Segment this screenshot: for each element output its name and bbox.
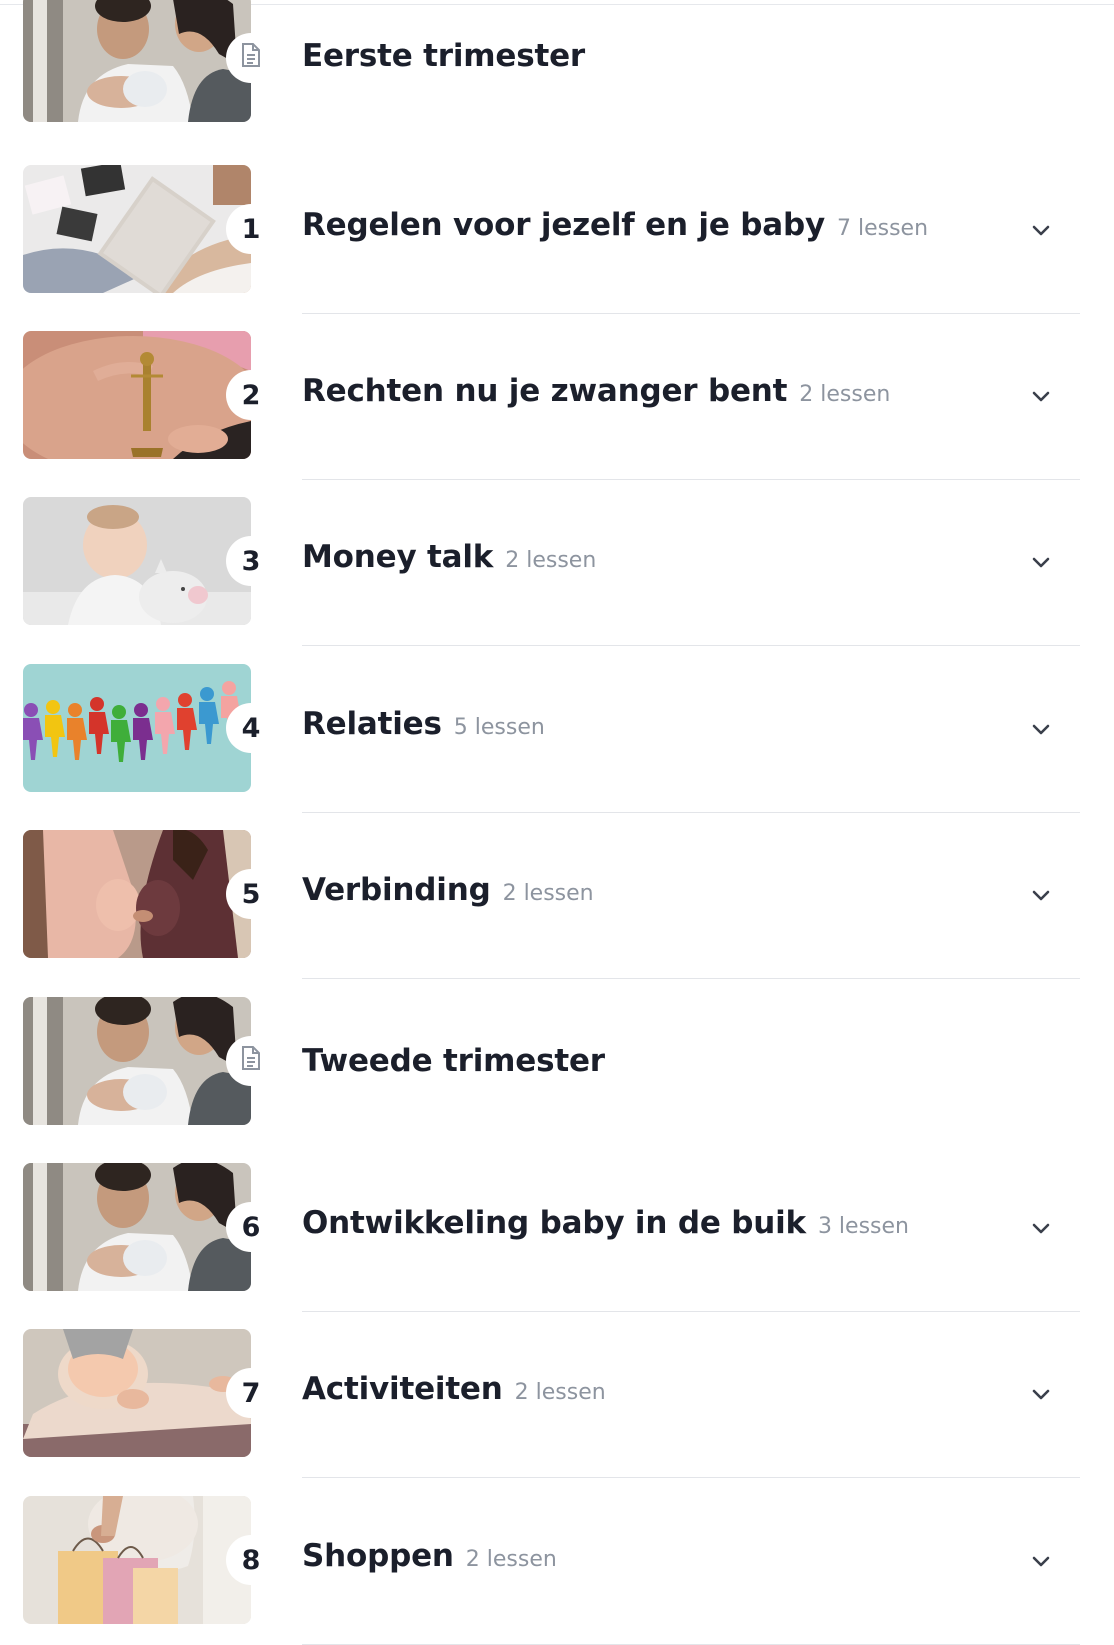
module-number-badge: 6 (226, 1202, 276, 1252)
module-row[interactable]: 1 Regelen voor jezelf en je baby 7 lesse… (0, 165, 1114, 314)
chevron-down-icon[interactable] (1025, 714, 1057, 746)
module-number-badge: 7 (226, 1368, 276, 1418)
divider (302, 313, 1080, 314)
chevron-down-icon[interactable] (1025, 215, 1057, 247)
module-row[interactable]: 2 Rechten nu je zwanger bent 2 lessen (0, 331, 1114, 480)
divider (302, 479, 1080, 480)
module-number-badge: 1 (226, 204, 276, 254)
lesson-count: 2 lessen (514, 1380, 606, 1405)
module-title: Shoppen (302, 1538, 454, 1574)
lesson-count: 2 lessen (502, 881, 594, 906)
lesson-count: 7 lessen (836, 216, 929, 241)
chevron-down-icon[interactable] (1025, 880, 1057, 912)
module-title: Money talk (302, 539, 494, 575)
chevron-down-icon[interactable] (1025, 547, 1057, 579)
lesson-count: 5 lessen (453, 715, 545, 740)
section-header-tweede-trimester: Tweede trimester (0, 997, 1114, 1125)
section-thumbnail (23, 997, 251, 1125)
divider (302, 978, 1080, 979)
module-row[interactable]: 6 Ontwikkeling baby in de buik 3 lessen (0, 1163, 1114, 1312)
document-badge (226, 1036, 276, 1086)
module-thumbnail (23, 331, 251, 459)
section-title: Eerste trimester (302, 38, 586, 74)
divider (302, 1311, 1080, 1312)
module-row[interactable]: 4 Relaties 5 lessen (0, 664, 1114, 813)
divider (302, 645, 1080, 646)
module-thumbnail (23, 1329, 251, 1457)
module-row[interactable]: 5 Verbinding 2 lessen (0, 830, 1114, 979)
chevron-down-icon[interactable] (1025, 1546, 1057, 1578)
document-badge (226, 33, 276, 83)
module-row[interactable]: 3 Money talk 2 lessen (0, 497, 1114, 646)
module-title: Ontwikkeling baby in de buik (302, 1205, 806, 1241)
module-title: Relaties (302, 706, 442, 742)
module-title: Regelen voor jezelf en je baby (302, 207, 825, 243)
module-title: Verbinding (302, 872, 491, 908)
divider (302, 812, 1080, 813)
chevron-down-icon[interactable] (1025, 381, 1057, 413)
module-title: Activiteiten (302, 1371, 503, 1407)
module-thumbnail (23, 1163, 251, 1291)
section-title: Tweede trimester (302, 1043, 605, 1079)
module-number-badge: 8 (226, 1535, 276, 1585)
module-row[interactable]: 7 Activiteiten 2 lessen (0, 1329, 1114, 1478)
module-row[interactable]: 8 Shoppen 2 lessen (0, 1496, 1114, 1645)
module-thumbnail (23, 165, 251, 293)
lesson-count: 3 lessen (817, 1214, 909, 1239)
chevron-down-icon[interactable] (1025, 1213, 1057, 1245)
module-title: Rechten nu je zwanger bent (302, 373, 788, 409)
lesson-count: 2 lessen (799, 382, 891, 407)
module-thumbnail (23, 1496, 251, 1624)
module-thumbnail (23, 497, 251, 625)
document-icon (239, 1045, 263, 1078)
chevron-down-icon[interactable] (1025, 1379, 1057, 1411)
module-thumbnail (23, 664, 251, 792)
module-thumbnail (23, 830, 251, 958)
section-header-eerste-trimester: Eerste trimester (0, 0, 1114, 122)
document-icon (239, 42, 263, 75)
lesson-count: 2 lessen (505, 548, 597, 573)
divider (302, 1477, 1080, 1478)
module-number-badge: 2 (226, 370, 276, 420)
module-number-badge: 3 (226, 536, 276, 586)
module-number-badge: 5 (226, 869, 276, 919)
lesson-count: 2 lessen (465, 1547, 557, 1572)
module-number-badge: 4 (226, 703, 276, 753)
section-thumbnail (23, 0, 251, 122)
